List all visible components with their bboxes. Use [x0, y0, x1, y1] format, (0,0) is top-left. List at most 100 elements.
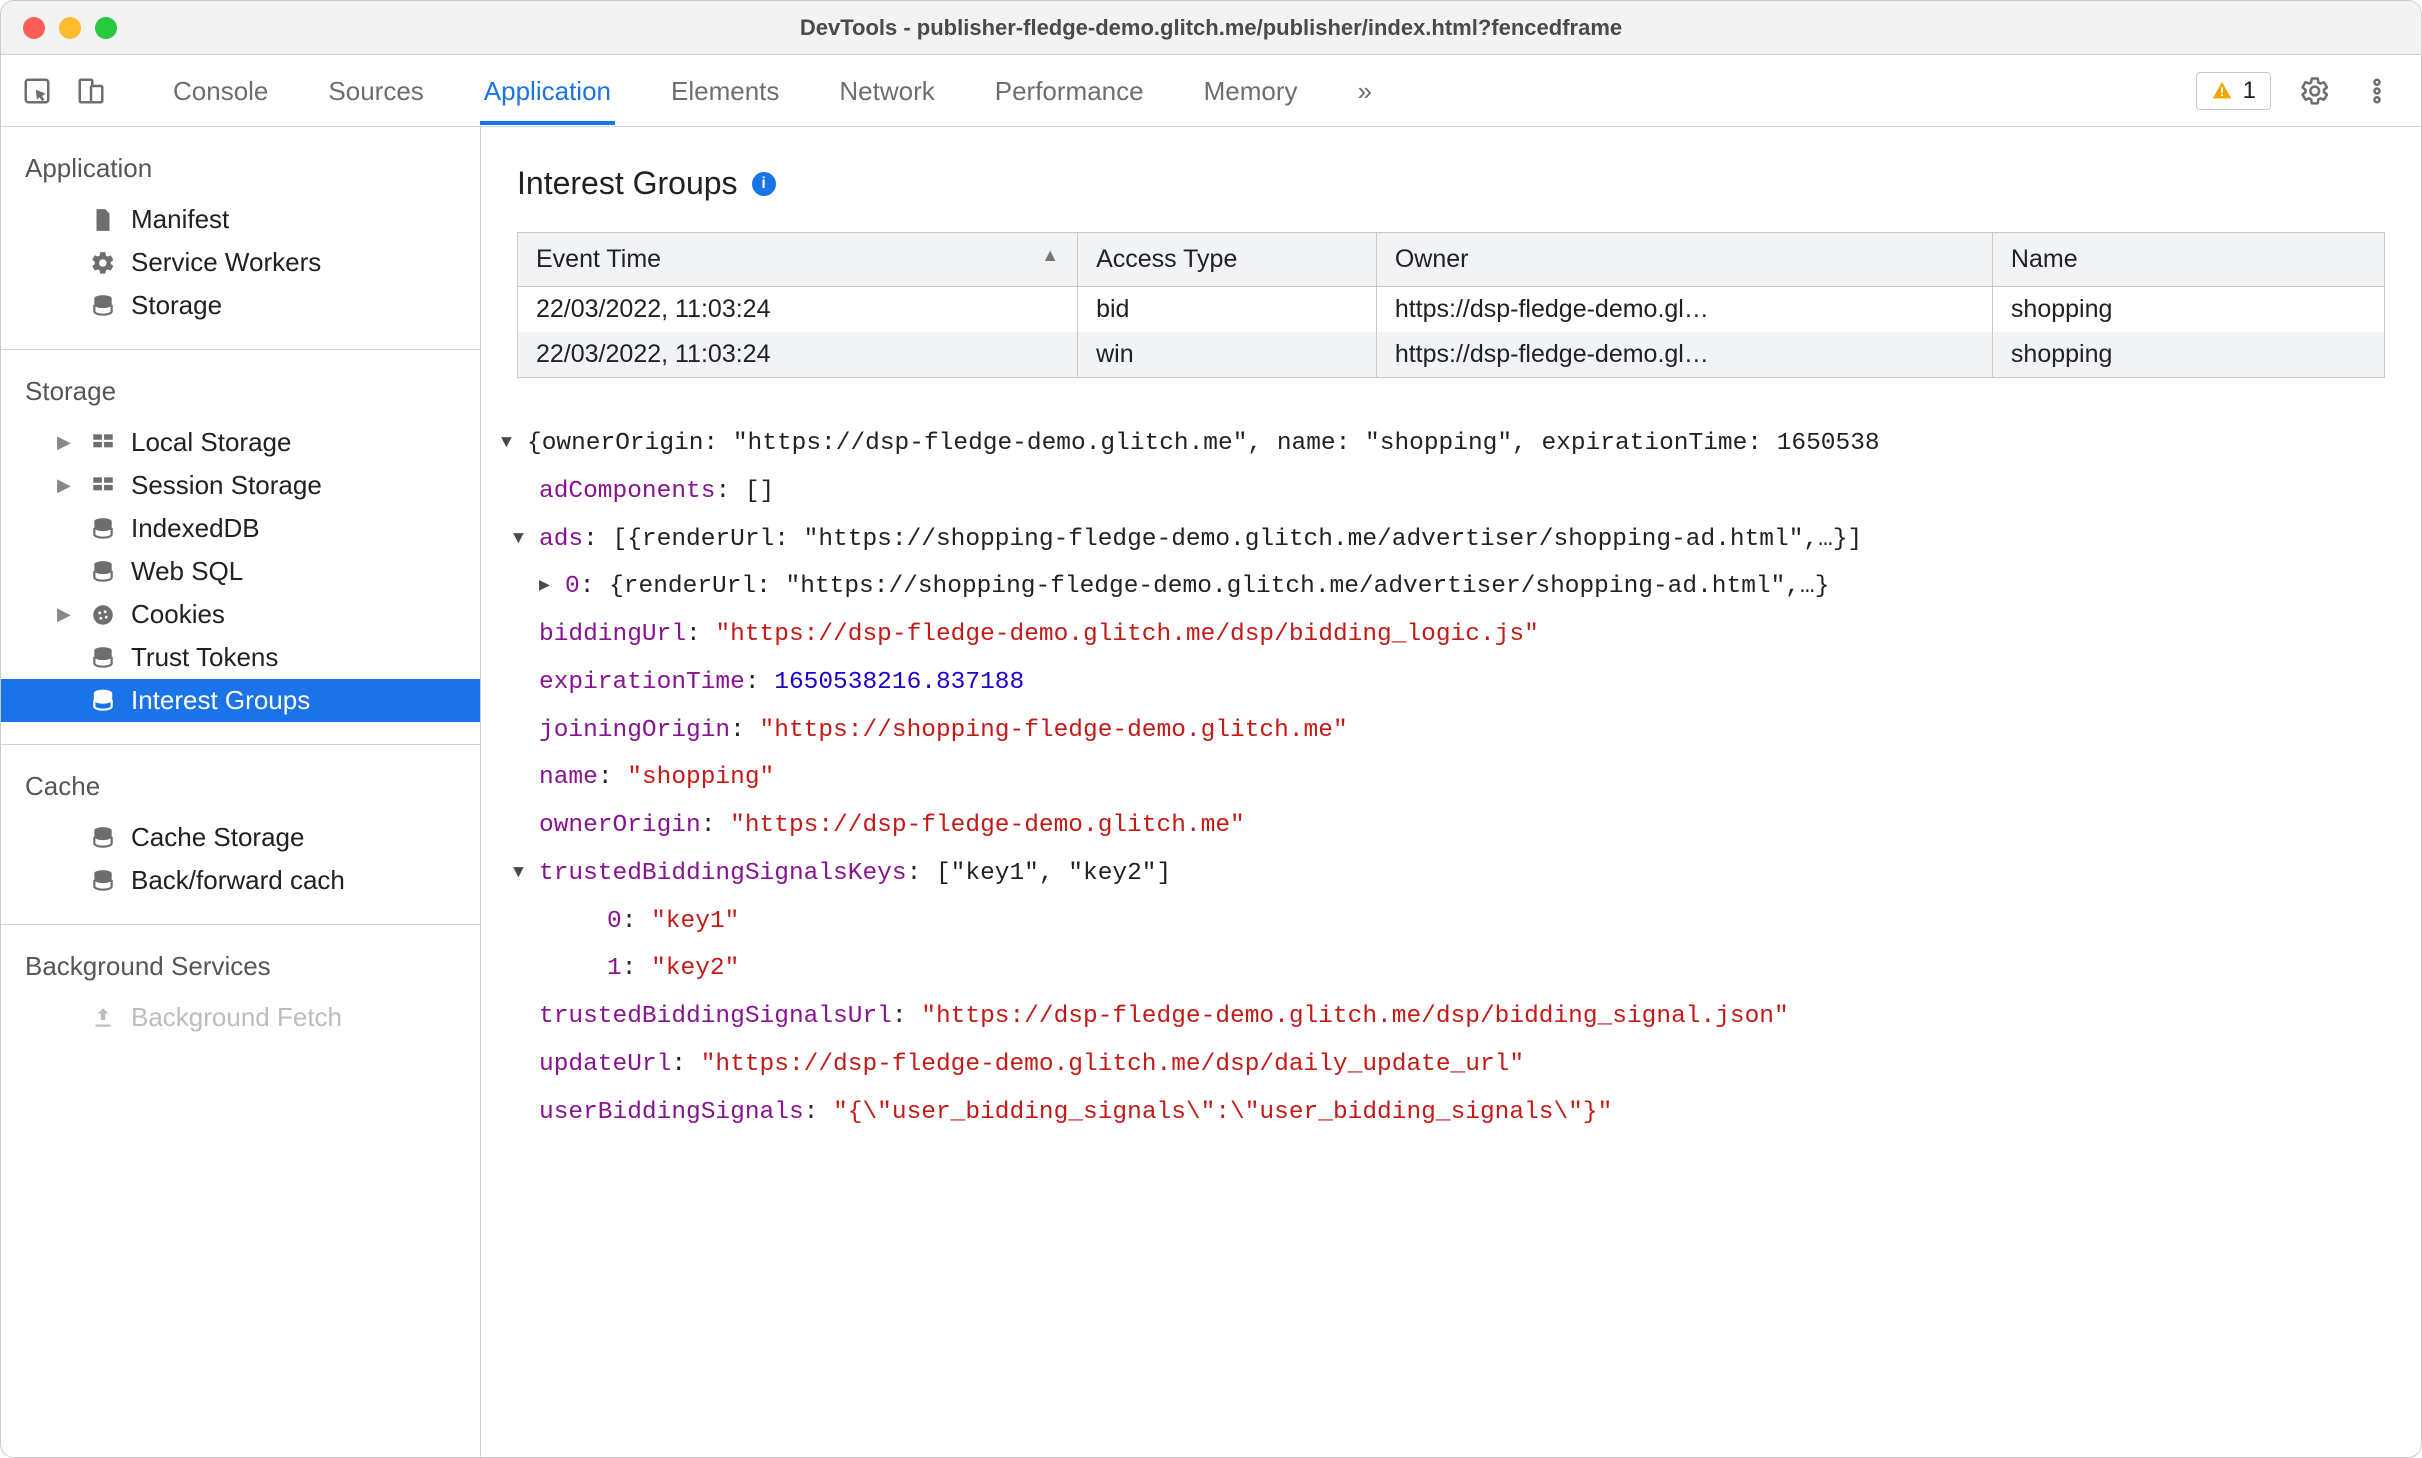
tab-performance[interactable]: Performance	[991, 56, 1148, 125]
prop-tbsk[interactable]: ▼ trustedBiddingSignalsKeys: ["key1", "k…	[501, 850, 2401, 898]
sidebar-item-storage[interactable]: Storage	[1, 284, 480, 327]
content-area: Application Manifest Service Workers Sto…	[1, 127, 2421, 1457]
database-icon	[89, 824, 117, 852]
prop-name[interactable]: name: "shopping"	[501, 754, 2401, 802]
database-icon	[89, 867, 117, 895]
sidebar-item-label: Service Workers	[131, 247, 321, 278]
sidebar-item-bg-fetch[interactable]: Background Fetch	[1, 996, 480, 1039]
sidebar: Application Manifest Service Workers Sto…	[1, 127, 481, 1457]
prop-biddingurl[interactable]: biddingUrl: "https://dsp-fledge-demo.gli…	[501, 611, 2401, 659]
main-panel: Interest Groups i Event Time▲ Access Typ…	[481, 127, 2421, 1457]
database-icon	[89, 644, 117, 672]
prop-userbiddingsignals[interactable]: userBiddingSignals: "{\"user_bidding_sig…	[501, 1089, 2401, 1137]
grid-icon	[89, 472, 117, 500]
table-row[interactable]: 22/03/2022, 11:03:24 bid https://dsp-fle…	[518, 287, 2385, 333]
gear-icon	[89, 249, 117, 277]
tab-sources[interactable]: Sources	[324, 56, 427, 125]
sidebar-section-application: Application Manifest Service Workers Sto…	[1, 127, 480, 350]
sidebar-heading: Storage	[1, 364, 480, 421]
prop-ads[interactable]: ▼ ads: [{renderUrl: "https://shopping-fl…	[501, 516, 2401, 564]
sidebar-item-label: Trust Tokens	[131, 642, 278, 673]
inspect-element-icon[interactable]	[19, 73, 55, 109]
sidebar-item-interest-groups[interactable]: Interest Groups	[1, 679, 480, 722]
tab-console[interactable]: Console	[169, 56, 272, 125]
sidebar-item-local-storage[interactable]: ▶ Local Storage	[1, 421, 480, 464]
tab-memory[interactable]: Memory	[1200, 56, 1302, 125]
collapse-icon[interactable]: ▼	[513, 516, 539, 564]
col-access-type[interactable]: Access Type	[1078, 233, 1377, 287]
sidebar-item-cookies[interactable]: ▶ Cookies	[1, 593, 480, 636]
collapse-icon[interactable]: ▼	[513, 850, 539, 898]
database-icon	[89, 687, 117, 715]
object-root[interactable]: ▼ {ownerOrigin: "https://dsp-fledge-demo…	[501, 420, 2401, 468]
info-icon[interactable]: i	[752, 172, 776, 196]
issues-count: 1	[2243, 77, 2256, 105]
col-owner[interactable]: Owner	[1376, 233, 1992, 287]
main-tabs: Console Sources Application Elements Net…	[169, 56, 2196, 125]
warning-icon	[2211, 80, 2233, 102]
sidebar-item-service-workers[interactable]: Service Workers	[1, 241, 480, 284]
sidebar-section-cache: Cache Cache Storage Back/forward cach	[1, 745, 480, 925]
cookie-icon	[89, 601, 117, 629]
prop-ads-0[interactable]: ▶ 0: {renderUrl: "https://shopping-fledg…	[501, 563, 2401, 611]
kebab-menu-icon[interactable]	[2359, 73, 2395, 109]
sidebar-heading: Cache	[1, 759, 480, 816]
inspect-tools	[19, 73, 109, 109]
prop-tbsk-1[interactable]: 1: "key2"	[501, 945, 2401, 993]
more-tabs-button[interactable]: »	[1354, 56, 1376, 125]
close-window-button[interactable]	[23, 17, 45, 39]
sidebar-item-manifest[interactable]: Manifest	[1, 198, 480, 241]
collapse-icon[interactable]: ▼	[501, 420, 527, 468]
prop-tbsk-0[interactable]: 0: "key1"	[501, 898, 2401, 946]
sort-asc-icon: ▲	[1041, 245, 1059, 266]
prop-ownerorigin[interactable]: ownerOrigin: "https://dsp-fledge-demo.gl…	[501, 802, 2401, 850]
expand-icon[interactable]: ▶	[57, 475, 71, 496]
cell: shopping	[1992, 332, 2384, 378]
sidebar-item-label: Cookies	[131, 599, 225, 630]
tab-network[interactable]: Network	[835, 56, 938, 125]
cell: bid	[1078, 287, 1377, 333]
maximize-window-button[interactable]	[95, 17, 117, 39]
prop-updateurl[interactable]: updateUrl: "https://dsp-fledge-demo.glit…	[501, 1041, 2401, 1089]
table-row[interactable]: 22/03/2022, 11:03:24 win https://dsp-fle…	[518, 332, 2385, 378]
sidebar-item-trust-tokens[interactable]: Trust Tokens	[1, 636, 480, 679]
prop-adcomponents[interactable]: adComponents: []	[501, 468, 2401, 516]
device-toolbar-icon[interactable]	[73, 73, 109, 109]
sidebar-item-label: Cache Storage	[131, 822, 304, 853]
titlebar: DevTools - publisher-fledge-demo.glitch.…	[1, 1, 2421, 55]
sidebar-item-bfcache[interactable]: Back/forward cach	[1, 859, 480, 902]
tab-elements[interactable]: Elements	[667, 56, 783, 125]
prop-tbsu[interactable]: trustedBiddingSignalsUrl: "https://dsp-f…	[501, 993, 2401, 1041]
sidebar-item-label: Interest Groups	[131, 685, 310, 716]
file-icon	[89, 206, 117, 234]
sidebar-item-indexeddb[interactable]: IndexedDB	[1, 507, 480, 550]
cell: https://dsp-fledge-demo.gl…	[1376, 332, 1992, 378]
sidebar-item-label: IndexedDB	[131, 513, 260, 544]
minimize-window-button[interactable]	[59, 17, 81, 39]
expand-icon[interactable]: ▶	[57, 604, 71, 625]
sidebar-item-label: Web SQL	[131, 556, 243, 587]
settings-icon[interactable]	[2297, 73, 2333, 109]
database-icon	[89, 515, 117, 543]
window-title: DevTools - publisher-fledge-demo.glitch.…	[1, 15, 2421, 41]
expand-icon[interactable]: ▶	[539, 563, 565, 611]
expand-icon[interactable]: ▶	[57, 432, 71, 453]
issues-badge[interactable]: 1	[2196, 72, 2271, 110]
tab-application[interactable]: Application	[480, 56, 615, 125]
events-table-wrap: Event Time▲ Access Type Owner Name 22/03…	[481, 232, 2421, 378]
sidebar-item-cache-storage[interactable]: Cache Storage	[1, 816, 480, 859]
cell: win	[1078, 332, 1377, 378]
sidebar-item-websql[interactable]: Web SQL	[1, 550, 480, 593]
sidebar-section-storage: Storage ▶ Local Storage ▶ Session Storag…	[1, 350, 480, 745]
panel-title: Interest Groups	[517, 165, 738, 202]
object-details: ▼ {ownerOrigin: "https://dsp-fledge-demo…	[481, 420, 2421, 1136]
traffic-lights	[23, 17, 117, 39]
sidebar-item-label: Manifest	[131, 204, 229, 235]
col-name[interactable]: Name	[1992, 233, 2384, 287]
sidebar-item-session-storage[interactable]: ▶ Session Storage	[1, 464, 480, 507]
prop-joiningorigin[interactable]: joiningOrigin: "https://shopping-fledge-…	[501, 707, 2401, 755]
sidebar-item-label: Background Fetch	[131, 1002, 342, 1033]
col-event-time[interactable]: Event Time▲	[518, 233, 1078, 287]
main-header: Interest Groups i	[481, 127, 2421, 232]
prop-expirationtime[interactable]: expirationTime: 1650538216.837188	[501, 659, 2401, 707]
